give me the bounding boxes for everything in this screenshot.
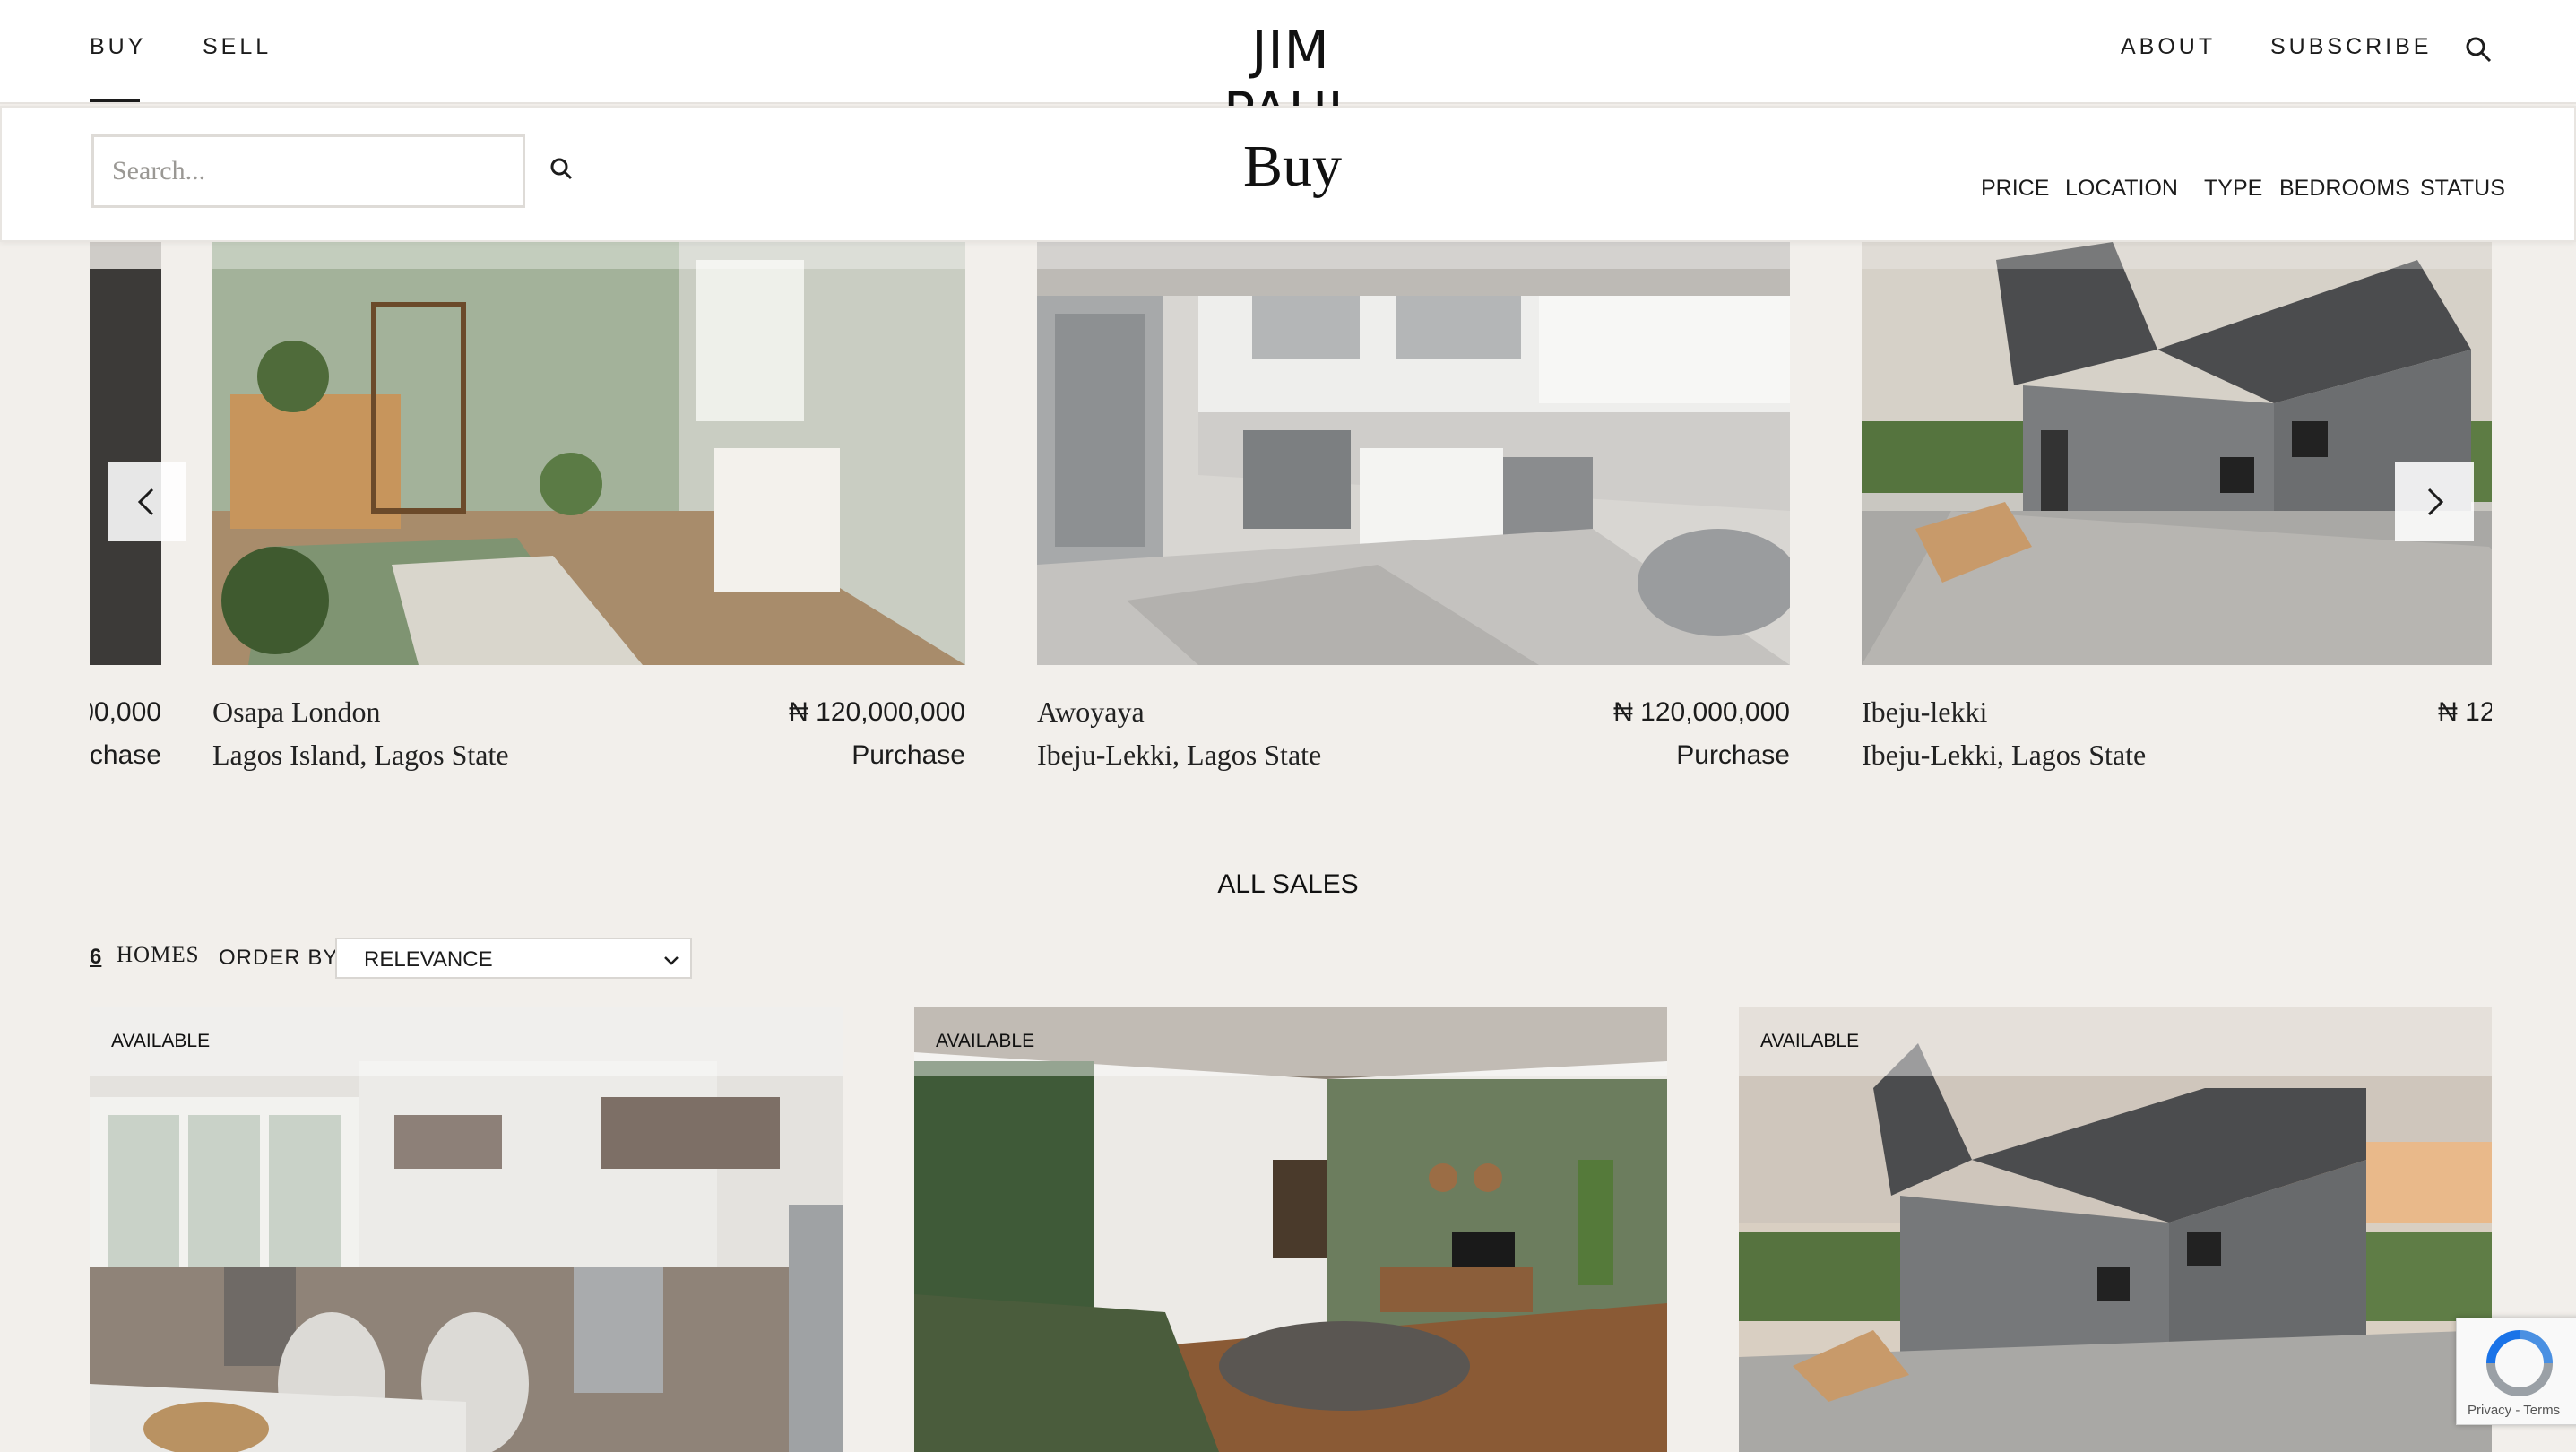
property-name[interactable]: Ibeju-lekki bbox=[1862, 696, 1987, 729]
filter-price[interactable]: PRICE bbox=[1981, 176, 2049, 202]
filter-type[interactable]: TYPE bbox=[2204, 176, 2262, 202]
featured-carousel: ₦ 120,000,000 Purchase Osapa Lon bbox=[90, 242, 2492, 798]
status-badge: AVAILABLE bbox=[936, 1031, 1035, 1051]
carousel-prev-button[interactable] bbox=[108, 462, 186, 541]
page-title: Buy bbox=[1242, 134, 1343, 199]
filter-bedrooms[interactable]: BEDROOMS bbox=[2279, 176, 2410, 202]
featured-card[interactable]: Ibeju-lekki Ibeju-Lekki, Lagos State ₦ 1… bbox=[1862, 242, 2492, 771]
nav-buy[interactable]: BUY bbox=[90, 34, 146, 60]
property-photo[interactable] bbox=[212, 242, 965, 665]
recaptcha-links[interactable]: Privacy - Terms bbox=[2468, 1403, 2560, 1418]
property-name[interactable]: Osapa London bbox=[212, 696, 381, 729]
status-badge: AVAILABLE bbox=[111, 1031, 211, 1051]
recaptcha-badge[interactable]: Privacy - Terms bbox=[2456, 1318, 2576, 1425]
property-listing-type: Purchase bbox=[1676, 740, 1790, 770]
featured-card[interactable]: ₦ 120,000,000 Purchase bbox=[90, 242, 161, 770]
listing-card[interactable]: AVAILABLE bbox=[90, 1007, 843, 1452]
featured-card[interactable]: Awoyaya Ibeju-Lekki, Lagos State ₦ 120,0… bbox=[1037, 242, 1790, 771]
carousel-next-button[interactable] bbox=[2395, 462, 2474, 541]
homes-count: 6 bbox=[90, 945, 102, 969]
search-icon[interactable] bbox=[549, 156, 577, 185]
property-price: ₦ 120,000,000 bbox=[90, 697, 161, 727]
property-price: ₦ 120,000,000 bbox=[789, 697, 965, 727]
filter-status[interactable]: STATUS bbox=[2420, 176, 2505, 202]
property-listing-type: Purchase bbox=[90, 740, 161, 770]
listing-card[interactable]: AVAILABLE bbox=[1739, 1007, 2492, 1452]
property-photo[interactable] bbox=[1862, 242, 2492, 665]
property-name[interactable]: Awoyaya bbox=[1037, 696, 1145, 729]
filter-bar: Buy PRICE LOCATION TYPE BEDROOMS STATUS bbox=[0, 106, 2576, 242]
nav-sell[interactable]: SELL bbox=[203, 34, 272, 60]
property-price: ₦ 120,000,000 bbox=[2438, 697, 2492, 727]
active-nav-underline bbox=[90, 99, 140, 102]
property-location: Ibeju-Lekki, Lagos State bbox=[1037, 739, 1322, 771]
listing-card[interactable]: AVAILABLE bbox=[914, 1007, 1667, 1452]
section-title: ALL SALES bbox=[1217, 869, 1359, 899]
nav-about[interactable]: ABOUT bbox=[2121, 34, 2216, 60]
property-photo[interactable] bbox=[1037, 242, 1790, 665]
property-location: Lagos Island, Lagos State bbox=[212, 739, 509, 771]
property-location: Ibeju-Lekki, Lagos State bbox=[1862, 739, 2147, 771]
order-by-select[interactable]: RELEVANCE bbox=[335, 938, 692, 979]
status-badge: AVAILABLE bbox=[1760, 1031, 1860, 1051]
search-input[interactable] bbox=[91, 134, 525, 208]
search-icon[interactable] bbox=[2465, 36, 2492, 63]
order-by-label: ORDER BY bbox=[219, 946, 339, 970]
property-listing-type: Purchase bbox=[851, 740, 965, 770]
top-header: BUY SELL JIM PAUL ABOUT SUBSCRIBE bbox=[0, 0, 2576, 142]
chevron-right-icon bbox=[2427, 488, 2444, 516]
nav-subscribe[interactable]: SUBSCRIBE bbox=[2270, 34, 2432, 60]
property-photo[interactable] bbox=[90, 242, 161, 665]
filter-location[interactable]: LOCATION bbox=[2065, 176, 2178, 202]
order-by-value: RELEVANCE bbox=[364, 947, 493, 972]
chevron-down-icon bbox=[664, 956, 679, 965]
homes-count-label: HOMES bbox=[117, 943, 200, 967]
chevron-left-icon bbox=[137, 488, 154, 516]
recaptcha-icon bbox=[2486, 1330, 2553, 1396]
featured-card[interactable]: Osapa London Lagos Island, Lagos State ₦… bbox=[212, 242, 965, 771]
property-price: ₦ 120,000,000 bbox=[1613, 697, 1790, 727]
